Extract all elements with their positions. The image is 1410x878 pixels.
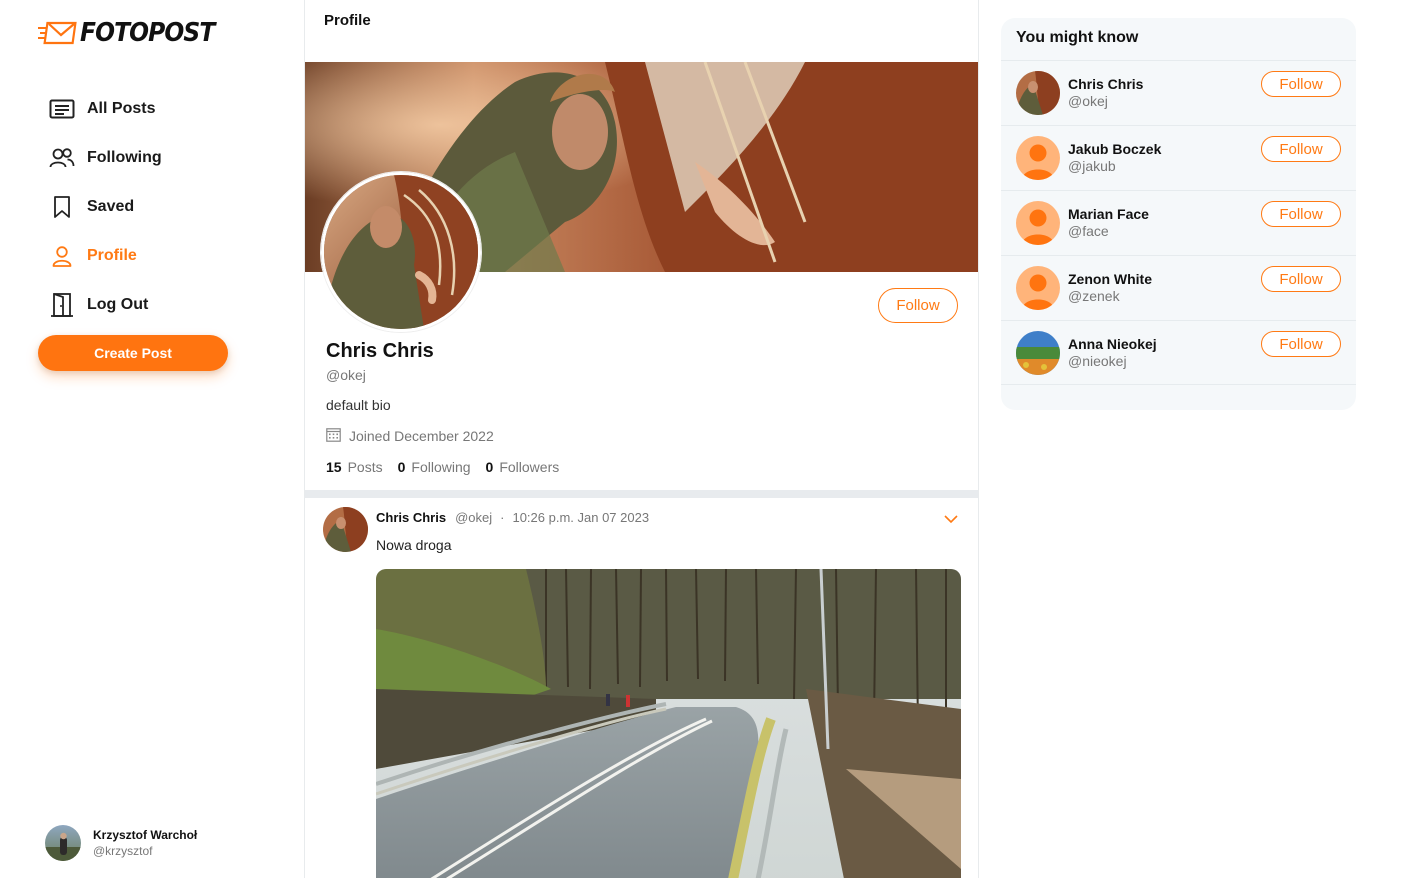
profile-joined: Joined December 2022 — [326, 427, 574, 445]
app-root: FOTOPOST All Posts Following Saved Profi… — [0, 0, 1410, 878]
follow-button[interactable]: Follow — [1261, 331, 1341, 357]
create-post-button[interactable]: Create Post — [38, 335, 228, 371]
follow-button[interactable]: Follow — [1261, 201, 1341, 227]
nav-item-saved[interactable]: Saved — [48, 182, 162, 231]
follow-button[interactable]: Follow — [1261, 266, 1341, 292]
profile-info: Chris Chris @okej default bio Joined Dec… — [326, 340, 574, 475]
suggestion-name[interactable]: Jakub Boczek — [1068, 141, 1161, 157]
nav-item-log-out[interactable]: Log Out — [48, 280, 162, 329]
post-author-avatar[interactable] — [323, 507, 368, 552]
door-exit-icon — [48, 291, 76, 319]
profile-name: Chris Chris — [326, 340, 434, 362]
following-label: Following — [411, 459, 471, 475]
separator-dot: · — [500, 510, 505, 525]
main-nav: All Posts Following Saved Profile Log Ou… — [48, 84, 162, 329]
posts-stat[interactable]: 15 Posts — [326, 459, 383, 475]
joined-date: Joined December 2022 — [349, 428, 494, 444]
suggestion-item[interactable]: Chris Chris @okej Follow — [1001, 60, 1356, 125]
follow-button[interactable]: Follow — [1261, 136, 1341, 162]
suggestion-handle: @face — [1068, 223, 1109, 239]
default-user-avatar-icon — [1016, 136, 1060, 180]
suggestion-item[interactable]: Anna Nieokej @nieokej Follow — [1001, 320, 1356, 385]
suggestion-handle: @zenek — [1068, 288, 1120, 304]
avatar — [45, 825, 81, 861]
user-icon — [48, 242, 76, 270]
envelope-logo-icon — [38, 21, 77, 45]
following-stat[interactable]: 0 Following — [398, 459, 471, 475]
nav-item-all-posts[interactable]: All Posts — [48, 84, 162, 133]
left-sidebar: FOTOPOST All Posts Following Saved Profi… — [0, 0, 304, 878]
suggestion-name[interactable]: Zenon White — [1068, 271, 1152, 287]
bookmark-icon — [48, 193, 76, 221]
nav-label: Log Out — [87, 295, 149, 313]
post-image[interactable] — [376, 569, 961, 878]
nav-item-following[interactable]: Following — [48, 133, 162, 182]
default-user-avatar-icon — [1016, 266, 1060, 310]
profile-stats: 15 Posts 0 Following 0 Followers — [326, 459, 574, 475]
post-header: Chris Chris @okej · 10:26 p.m. Jan 07 20… — [376, 510, 649, 525]
section-divider — [305, 490, 978, 498]
suggestions-panel: You might know Chris Chris @okej Follow … — [1001, 18, 1356, 410]
post-timestamp: 10:26 p.m. Jan 07 2023 — [512, 510, 650, 525]
current-user-card[interactable]: Krzysztof Warchoł @krzysztof — [45, 825, 197, 861]
suggestion-name[interactable]: Anna Nieokej — [1068, 336, 1157, 352]
suggestion-item[interactable]: Marian Face @face Follow — [1001, 190, 1356, 255]
suggestion-handle: @okej — [1068, 93, 1108, 109]
suggestion-handle: @nieokej — [1068, 353, 1127, 369]
nav-item-profile[interactable]: Profile — [48, 231, 162, 280]
suggestion-handle: @jakub — [1068, 158, 1116, 174]
main-column: Profile Follow Chris Chris @okej default… — [304, 0, 979, 878]
current-user-handle: @krzysztof — [93, 844, 153, 858]
logo-text: FOTOPOST — [80, 18, 215, 48]
page-title: Profile — [324, 12, 371, 29]
current-user-name: Krzysztof Warchoł — [93, 828, 198, 842]
followers-label: Followers — [499, 459, 560, 475]
suggestion-item[interactable]: Zenon White @zenek Follow — [1001, 255, 1356, 320]
nav-label: Saved — [87, 197, 135, 215]
suggestion-item[interactable]: Jakub Boczek @jakub Follow — [1001, 125, 1356, 190]
posts-label: Posts — [347, 459, 383, 475]
suggestion-name[interactable]: Marian Face — [1068, 206, 1149, 222]
post-author-handle: @okej — [455, 510, 493, 525]
nav-label: All Posts — [87, 99, 156, 117]
profile-handle: @okej — [326, 367, 366, 383]
profile-bio: default bio — [326, 397, 391, 413]
chevron-down-icon[interactable] — [943, 512, 959, 526]
suggestions-title: You might know — [1016, 29, 1139, 46]
post-author-name[interactable]: Chris Chris — [376, 510, 446, 525]
follow-button[interactable]: Follow — [1261, 71, 1341, 97]
nav-label: Profile — [87, 246, 137, 264]
followers-stat[interactable]: 0 Followers — [486, 459, 560, 475]
default-user-avatar-icon — [1016, 201, 1060, 245]
app-logo[interactable]: FOTOPOST — [38, 18, 229, 48]
profile-avatar — [321, 172, 481, 332]
following-count: 0 — [397, 459, 406, 475]
follow-profile-button[interactable]: Follow — [878, 288, 958, 323]
avatar — [1016, 71, 1060, 115]
nav-label: Following — [87, 148, 162, 166]
suggestion-name[interactable]: Chris Chris — [1068, 76, 1143, 92]
posts-count: 15 — [326, 459, 342, 475]
users-icon — [48, 144, 76, 172]
posts-list-icon — [48, 95, 76, 123]
avatar — [1016, 331, 1060, 375]
post-text: Nowa droga — [376, 537, 452, 553]
calendar-icon — [326, 427, 341, 445]
followers-count: 0 — [485, 459, 494, 475]
